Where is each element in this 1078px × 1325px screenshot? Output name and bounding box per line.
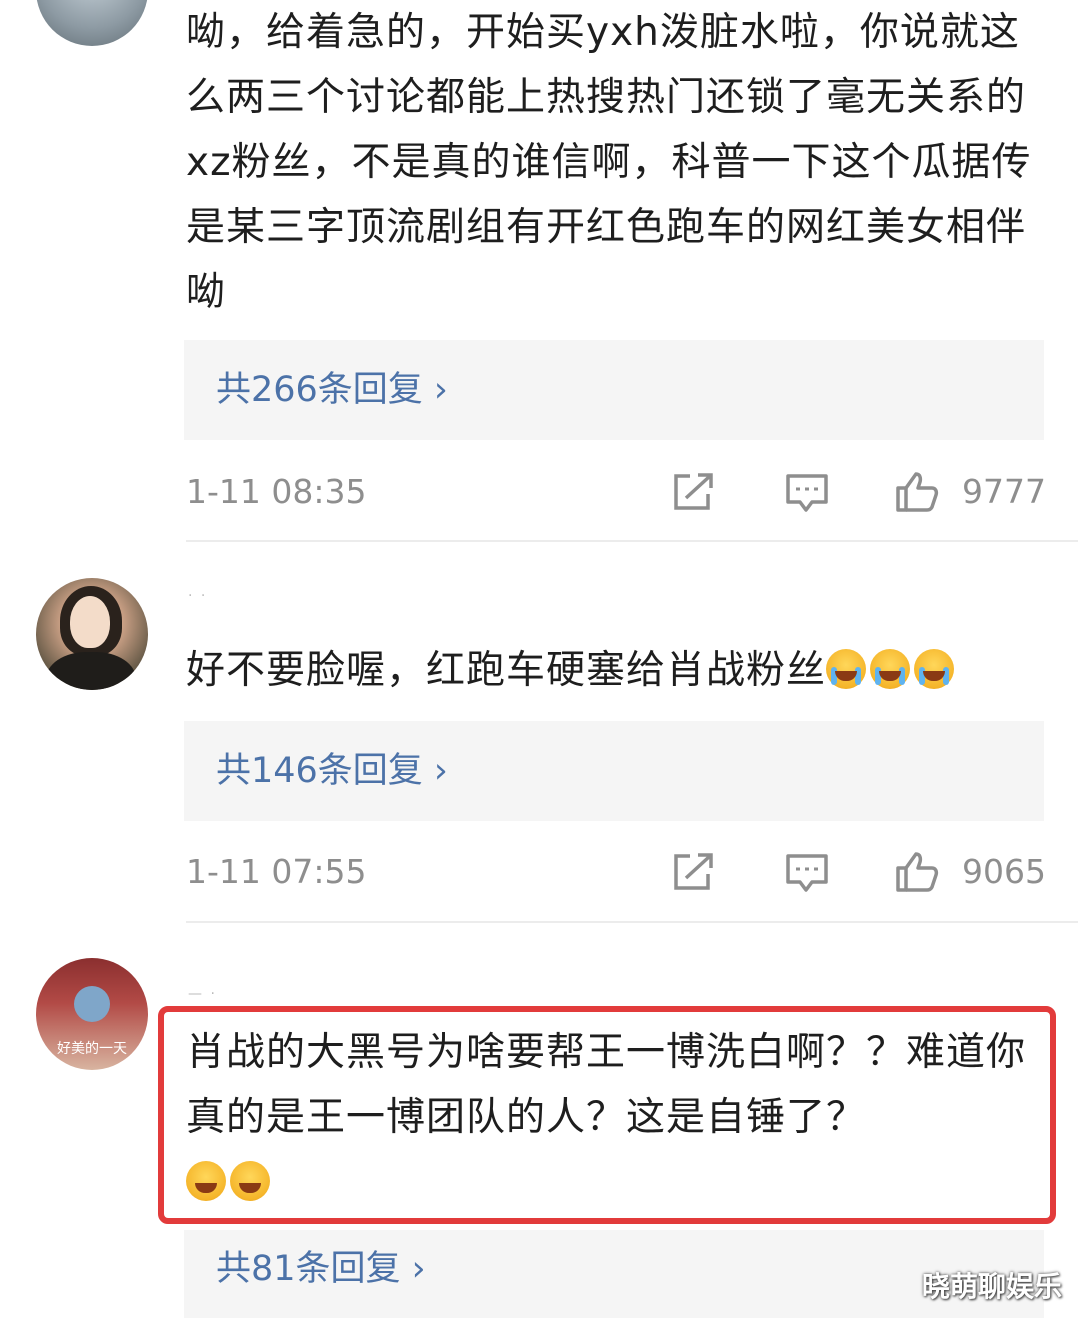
thumbs-up-icon[interactable] xyxy=(894,470,940,514)
avatar[interactable] xyxy=(36,578,148,690)
replies-button[interactable]: 共266条回复 › xyxy=(184,340,1044,440)
comment-text: 好不要脸喔，红跑车硬塞给肖战粉丝 xyxy=(186,638,1046,703)
replies-button[interactable]: 共81条回复 › xyxy=(184,1230,1044,1318)
crying-emoji-icon xyxy=(870,649,911,689)
username[interactable]: · · xyxy=(188,588,207,604)
crying-emoji-icon xyxy=(914,649,955,689)
replies-button[interactable]: 共146条回复 › xyxy=(184,721,1044,821)
watermark: 晓萌聊娱乐 xyxy=(921,1270,1062,1303)
comment-meta: 1-11 08:35 9777 xyxy=(0,462,1078,522)
comment-icon[interactable] xyxy=(784,470,830,514)
replies-label: 共146条回复 › xyxy=(216,751,448,791)
thumbs-up-icon[interactable] xyxy=(894,850,940,894)
crying-emoji-icon xyxy=(826,649,867,689)
comment-text: 呦，给着急的，开始买yxh泼脏水啦，你说就这么两三个讨论都能上热搜热门还锁了毫无… xyxy=(186,10,1032,315)
replies-label: 共81条回复 › xyxy=(216,1249,426,1289)
divider xyxy=(186,540,1078,542)
replies-label: 共266条回复 › xyxy=(216,370,448,410)
like-count: 9777 xyxy=(962,472,1046,511)
comment-meta: 1-11 07:55 9065 xyxy=(0,842,1078,902)
comment-time: 1-11 07:55 xyxy=(186,852,367,891)
comment-time: 1-11 08:35 xyxy=(186,472,367,511)
share-icon[interactable] xyxy=(670,470,716,514)
avatar-text: 好美的一天 xyxy=(57,1041,127,1057)
highlight-box xyxy=(158,1006,1056,1224)
like-count: 9065 xyxy=(962,852,1046,891)
share-icon[interactable] xyxy=(670,850,716,894)
avatar[interactable]: 好美的一天 xyxy=(36,958,148,1070)
username[interactable]: — · xyxy=(188,986,217,1002)
avatar[interactable] xyxy=(36,0,148,46)
comment-text-content: 好不要脸喔，红跑车硬塞给肖战粉丝 xyxy=(186,648,827,693)
comment-icon[interactable] xyxy=(784,850,830,894)
divider xyxy=(186,921,1078,923)
